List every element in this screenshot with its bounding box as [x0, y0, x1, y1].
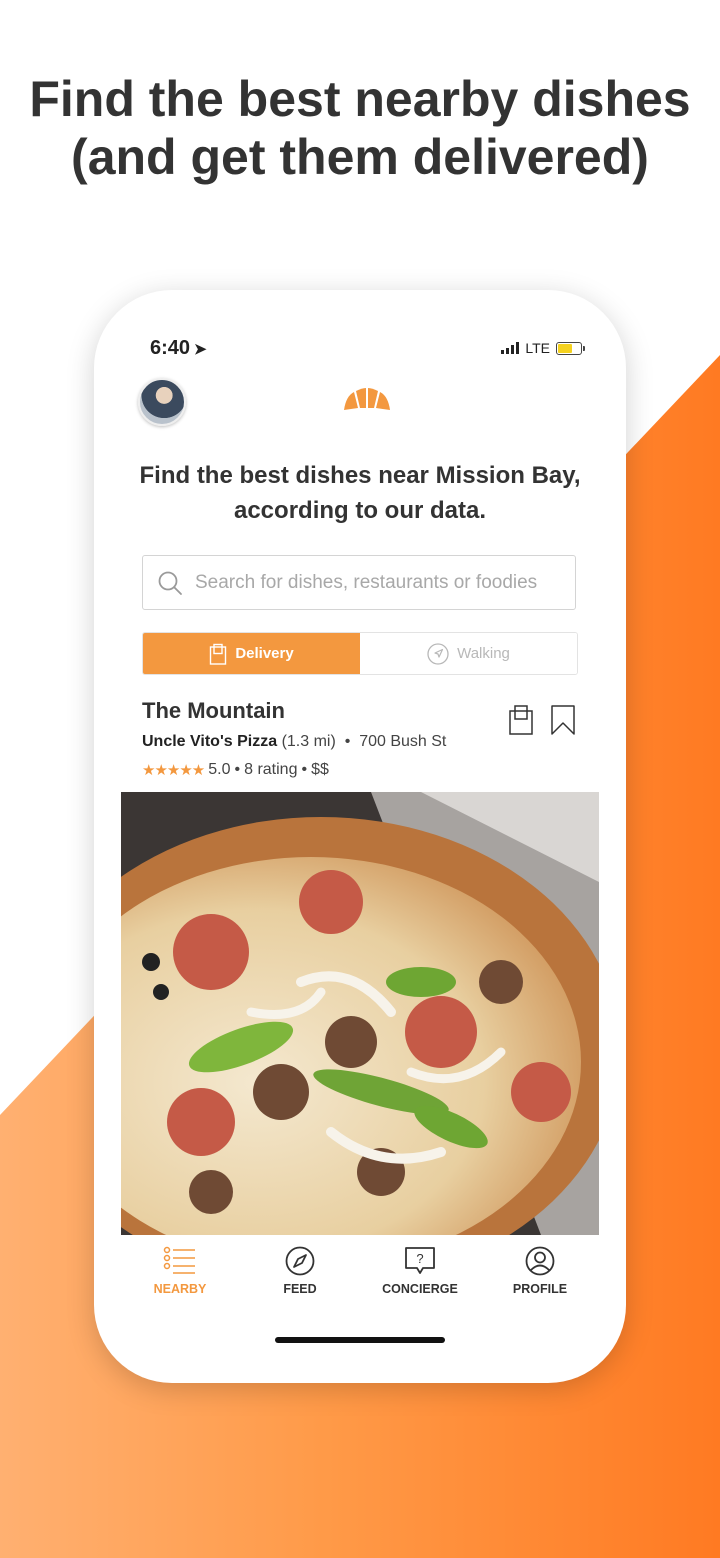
- walking-label: Walking: [457, 645, 510, 662]
- tagline: Find the best dishes near Mission Bay, a…: [139, 462, 581, 524]
- rating-count: 8 rating: [244, 761, 298, 778]
- delivery-option[interactable]: Delivery: [143, 633, 360, 674]
- status-time: 6:40 ➤: [150, 337, 207, 360]
- compass-icon: [285, 1246, 315, 1276]
- rating-value: 5.0: [208, 761, 231, 778]
- pizza-photo-image: [121, 792, 599, 1235]
- restaurant-name[interactable]: Uncle Vito's Pizza: [142, 733, 277, 750]
- navigation-arrow-icon: [427, 642, 449, 665]
- headline-line-1: Find the best nearby dishes: [29, 71, 691, 127]
- status-time-text: 6:40: [150, 337, 191, 359]
- price-level: $$: [311, 761, 329, 778]
- tab-concierge[interactable]: ? CONCIERGE: [365, 1246, 475, 1296]
- croissant-logo-icon: [344, 388, 390, 410]
- user-icon: [525, 1246, 555, 1276]
- delivery-label: Delivery: [235, 645, 294, 662]
- separator-dot: •: [234, 761, 241, 778]
- dish-photo[interactable]: [121, 792, 599, 1235]
- restaurant-address: 700 Bush St: [359, 733, 447, 750]
- dish-name[interactable]: The Mountain: [142, 698, 285, 724]
- bookmark-button[interactable]: [550, 704, 576, 736]
- search-icon: [158, 571, 182, 595]
- delivery-bag-button[interactable]: [508, 704, 534, 736]
- battery-icon: [556, 341, 585, 355]
- restaurant-distance: (1.3 mi): [281, 733, 336, 750]
- list-icon: [163, 1246, 195, 1274]
- marketing-headline: Find the best nearby dishes (and get the…: [0, 70, 720, 186]
- signal-icon: [501, 342, 520, 354]
- tab-nearby[interactable]: NEARBY: [125, 1246, 235, 1296]
- tab-profile[interactable]: PROFILE: [485, 1246, 595, 1296]
- tab-profile-label: PROFILE: [512, 1282, 568, 1296]
- star-rating-icon: ★★★★★: [142, 762, 205, 779]
- dish-restaurant-line: Uncle Vito's Pizza (1.3 mi) • 700 Bush S…: [142, 733, 446, 751]
- status-indicators: LTE: [501, 340, 585, 356]
- svg-text:?: ?: [416, 1251, 423, 1266]
- delivery-mode-toggle: Delivery Walking: [142, 632, 578, 675]
- phone-frame: 6:40 ➤ LTE Find the best dishes near Miss…: [94, 290, 626, 1383]
- network-label: LTE: [525, 340, 550, 356]
- bottom-tab-bar: NEARBY FEED ? CONCIERGE PROFILE: [120, 1246, 600, 1296]
- delivery-bag-icon: [210, 643, 227, 665]
- tab-nearby-label: NEARBY: [153, 1282, 207, 1296]
- separator-dot: •: [301, 761, 308, 778]
- dish-rating-line: ★★★★★ 5.0 • 8 rating • $$: [142, 761, 329, 779]
- location-arrow-icon: ➤: [194, 341, 207, 358]
- walking-option[interactable]: Walking: [360, 633, 577, 674]
- headline-line-2: (and get them delivered): [71, 129, 649, 185]
- separator-dot: •: [340, 733, 355, 750]
- search-input[interactable]: [193, 570, 567, 595]
- dish-actions: [508, 704, 576, 736]
- avatar[interactable]: [138, 378, 186, 426]
- tab-concierge-label: CONCIERGE: [382, 1282, 458, 1296]
- tab-feed[interactable]: FEED: [245, 1246, 355, 1296]
- tab-feed-label: FEED: [283, 1282, 317, 1296]
- question-chat-icon: ?: [405, 1247, 435, 1274]
- search-bar[interactable]: [142, 555, 576, 610]
- home-indicator[interactable]: [275, 1337, 445, 1343]
